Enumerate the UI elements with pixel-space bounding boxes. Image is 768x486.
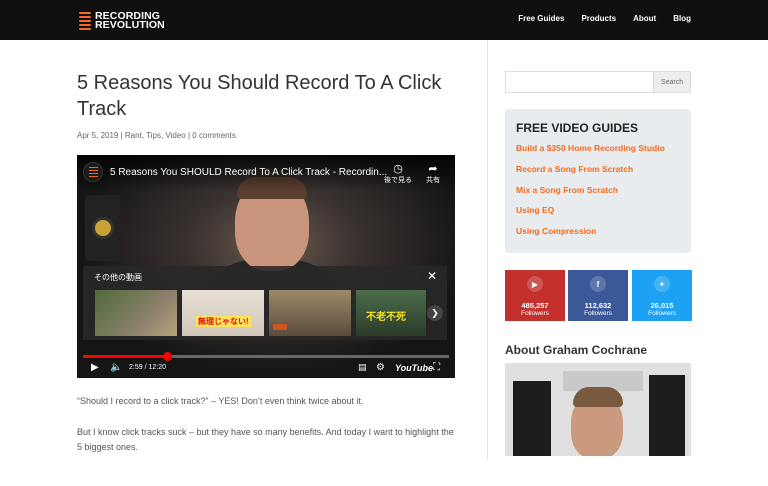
- category-rant[interactable]: Rant: [125, 131, 142, 140]
- nav-free-guides[interactable]: Free Guides: [518, 14, 564, 23]
- studio-monitor: [85, 195, 121, 261]
- post-meta: Apr 5, 2019 | Rant, Tips, Video | 0 comm…: [77, 131, 236, 140]
- settings-gear-icon[interactable]: ⚙: [376, 362, 385, 373]
- progress-fill: [83, 355, 168, 358]
- related-video-thumb-2[interactable]: 無理じゃない!: [182, 290, 264, 336]
- search-input[interactable]: [506, 72, 654, 92]
- follower-label: Followers: [521, 310, 549, 317]
- video-title[interactable]: 5 Reasons You SHOULD Record To A Click T…: [110, 167, 387, 178]
- main-nav: Free Guides Products About Blog: [518, 14, 691, 23]
- thumb-caption-bar: [273, 324, 288, 330]
- logo-line2: REVOLUTION: [95, 19, 165, 31]
- clock-icon: ◷: [393, 163, 403, 175]
- progress-bar[interactable]: [83, 352, 449, 361]
- related-video-thumb-1[interactable]: [95, 290, 177, 336]
- guide-link-compression[interactable]: Using Compression: [516, 226, 596, 236]
- top-bar: RECORDING REVOLUTION Free Guides Product…: [0, 0, 768, 40]
- search-button[interactable]: Search: [653, 72, 690, 92]
- youtube-logo[interactable]: YouTube: [395, 363, 433, 373]
- twitter-icon: ✦: [654, 276, 670, 292]
- search-form: Search: [505, 71, 691, 93]
- related-video-thumb-3[interactable]: [269, 290, 351, 336]
- youtube-icon: ▶: [527, 276, 543, 292]
- guide-link-mix-song[interactable]: Mix a Song From Scratch: [516, 185, 618, 195]
- video-title-bar: 5 Reasons You SHOULD Record To A Click T…: [77, 155, 455, 191]
- guide-link-record-song[interactable]: Record a Song From Scratch: [516, 164, 633, 174]
- article-title: 5 Reasons You Should Record To A Click T…: [77, 72, 442, 120]
- follower-count: 26,015: [650, 301, 674, 310]
- author-photo: [505, 363, 691, 456]
- follower-label: Followers: [648, 310, 676, 317]
- more-videos-title: その他の動画: [94, 273, 142, 282]
- thumb-caption: 不老不死: [366, 312, 406, 323]
- chevron-right-icon[interactable]: ❯: [427, 305, 443, 321]
- captions-icon[interactable]: ▤: [358, 362, 367, 373]
- logo-icon: [79, 12, 91, 30]
- post-date: Apr 5, 2019: [77, 131, 119, 140]
- share-icon: ➦: [428, 163, 438, 175]
- category-tips[interactable]: Tips: [146, 131, 161, 140]
- nav-about[interactable]: About: [633, 14, 656, 23]
- facebook-follow-button[interactable]: f 112,632 Followers: [568, 270, 628, 321]
- watch-later-button[interactable]: ◷ 後で見る: [383, 162, 413, 185]
- follower-count: 485,257: [521, 301, 549, 310]
- watch-later-label: 後で見る: [384, 177, 412, 184]
- time-display: 2:59 / 12:20: [129, 364, 166, 371]
- follower-count: 112,632: [584, 301, 612, 310]
- nav-products[interactable]: Products: [581, 14, 616, 23]
- article-paragraph-2: But I know click tracks suck – but they …: [77, 427, 454, 452]
- guides-title: FREE VIDEO GUIDES: [516, 121, 639, 135]
- more-videos-panel: その他の動画 ✕ 無理じゃない! 不老不死 ❯: [83, 266, 447, 340]
- article-paragraph-1: “Should I record to a click track?” – YE…: [77, 396, 364, 406]
- twitter-follow-button[interactable]: ✦ 26,015 Followers: [632, 270, 692, 321]
- nav-blog[interactable]: Blog: [673, 14, 691, 23]
- channel-avatar[interactable]: [83, 162, 103, 182]
- free-video-guides-widget: FREE VIDEO GUIDES Build a $350 Home Reco…: [505, 109, 691, 253]
- player-controls: ▶ 🔈 2:59 / 12:20 ▤ ⚙ YouTube ⛶: [77, 361, 455, 377]
- thumb-caption: 無理じゃない!: [196, 316, 251, 327]
- guide-link-eq[interactable]: Using EQ: [516, 205, 554, 215]
- play-icon[interactable]: ▶: [91, 362, 99, 373]
- category-video[interactable]: Video: [165, 131, 185, 140]
- guide-link-home-studio[interactable]: Build a $350 Home Recording Studio: [516, 143, 665, 153]
- youtube-follow-button[interactable]: ▶ 485,257 Followers: [505, 270, 565, 321]
- close-icon[interactable]: ✕: [427, 269, 437, 283]
- about-heading: About Graham Cochrane: [505, 343, 648, 357]
- facebook-icon: f: [590, 276, 606, 292]
- volume-icon[interactable]: 🔈: [110, 362, 122, 373]
- fullscreen-icon[interactable]: ⛶: [433, 362, 440, 373]
- comments-link[interactable]: 0 comments: [192, 131, 236, 140]
- video-player[interactable]: 5 Reasons You SHOULD Record To A Click T…: [77, 155, 455, 378]
- share-button[interactable]: ➦ 共有: [418, 162, 448, 185]
- share-label: 共有: [426, 177, 440, 184]
- related-video-thumb-4[interactable]: 不老不死: [356, 290, 426, 336]
- site-logo[interactable]: RECORDING REVOLUTION: [79, 11, 165, 31]
- follower-label: Followers: [584, 310, 612, 317]
- column-divider: [487, 40, 488, 460]
